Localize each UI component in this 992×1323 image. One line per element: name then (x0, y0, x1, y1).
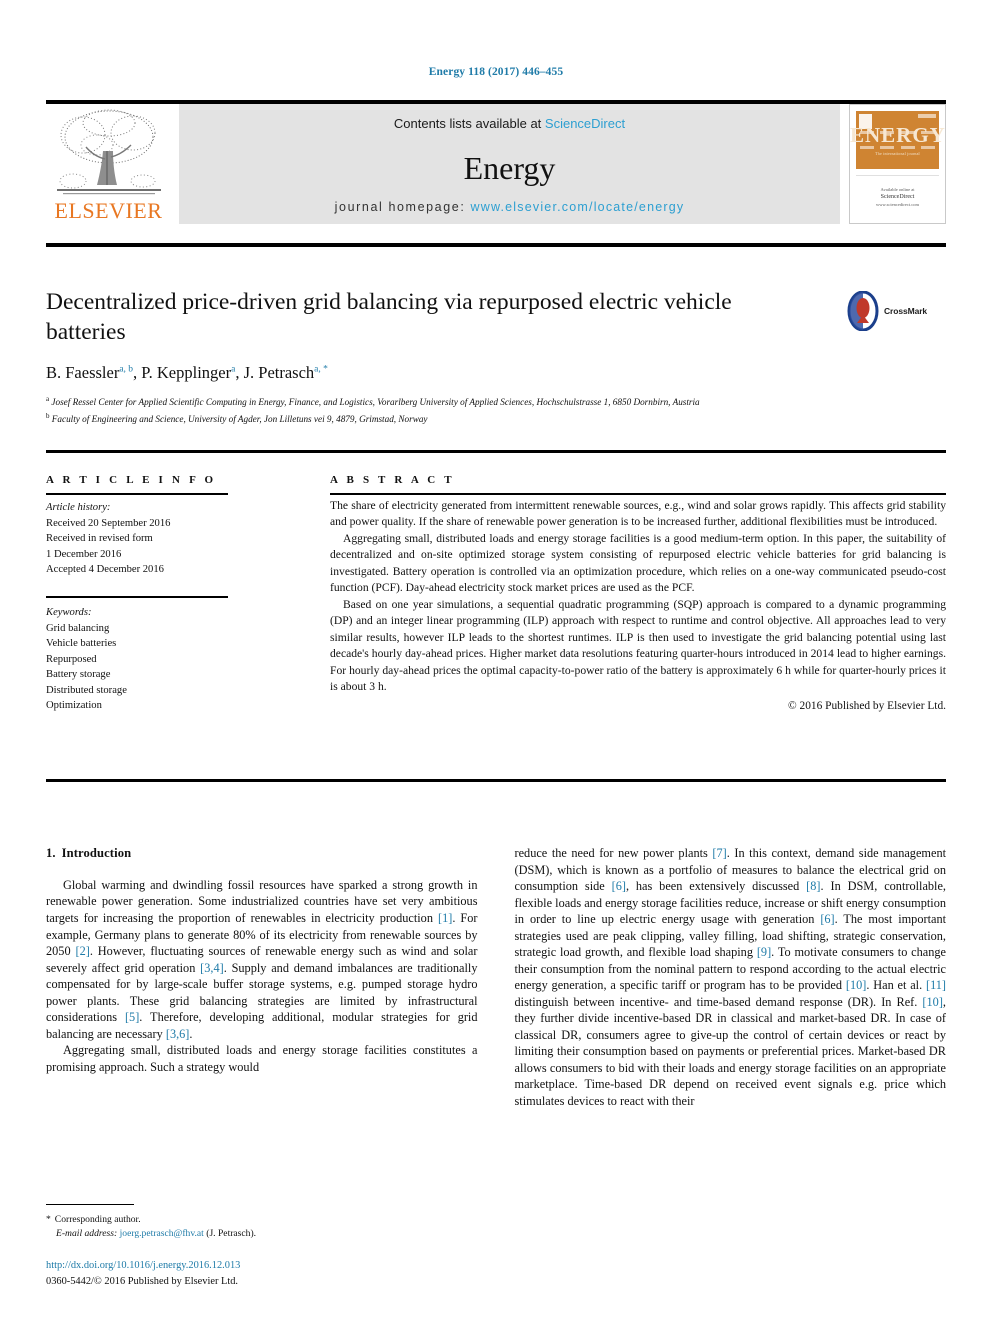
doi-link[interactable]: http://dx.doi.org/10.1016/j.energy.2016.… (46, 1258, 546, 1274)
author-2-name: J. Petrasch (243, 363, 315, 383)
body-columns: 1. Introduction Global warming and dwindl… (46, 845, 946, 1110)
keywords-block: Keywords: Grid balancing Vehicle batteri… (46, 605, 228, 714)
section-heading-introduction: 1. Introduction (46, 845, 478, 862)
elsevier-wordmark: ELSEVIER (54, 198, 163, 223)
cover-divider (856, 175, 939, 176)
sciencedirect-link[interactable]: ScienceDirect (545, 116, 625, 131)
keyword-4: Distributed storage (46, 684, 127, 696)
affiliation-a-text: Josef Ressel Center for Applied Scientif… (51, 397, 700, 408)
author-0-name: B. Faessler (46, 363, 120, 383)
article-history-block: Article history: Received 20 September 2… (46, 500, 228, 578)
article-history-line-0: Received 20 September 2016 (46, 517, 171, 529)
abstract-bottom-rule (46, 779, 946, 782)
affiliation-a: a Josef Ressel Center for Applied Scient… (46, 394, 946, 409)
paper-page: Energy 118 (2017) 446–455 ELSEVIER Conte… (0, 0, 992, 1323)
email-note: E-mail address: joerg.petrasch@fhv.at (J… (46, 1227, 478, 1241)
author-1-name: P. Kepplinger (141, 363, 232, 383)
keywords-rule (46, 596, 228, 598)
abstract-paragraph-1: Aggregating small, distributed loads and… (330, 531, 946, 595)
author-0-marks: a, b (119, 364, 134, 375)
intro-paragraph-2: Aggregating small, distributed loads and… (46, 1043, 478, 1074)
keyword-3: Battery storage (46, 669, 111, 681)
abstract-heading: A B S T R A C T (330, 474, 455, 486)
article-info-rule (46, 493, 228, 495)
cover-energy-wordmark: ENERGY (850, 123, 946, 147)
cover-caption-row-bottom (860, 146, 935, 149)
intro-paragraph-1: Global warming and dwindling fossil reso… (46, 877, 478, 1041)
affiliation-b-mark: b (46, 411, 50, 420)
cover-corner-mark (918, 114, 936, 118)
title-block: Decentralized price-driven grid balancin… (46, 288, 946, 426)
corresponding-author-note: * Corresponding author. (46, 1213, 478, 1227)
info-section-top-rule (46, 450, 946, 453)
abstract-copyright: © 2016 Published by Elsevier Ltd. (788, 700, 946, 713)
abstract-body: The share of electricity generated from … (330, 498, 946, 715)
section-number: 1. (46, 846, 56, 860)
keyword-2: Repurposed (46, 653, 97, 665)
masthead-bottom-rule (46, 243, 946, 247)
article-history-line-1: Received in revised form (46, 533, 153, 545)
journal-homepage-line: journal homepage: www.elsevier.com/locat… (335, 200, 685, 214)
homepage-url-link[interactable]: www.elsevier.com/locate/energy (470, 200, 684, 214)
keyword-5: Optimization (46, 700, 102, 712)
email-link[interactable]: joerg.petrasch@fhv.at (120, 1228, 204, 1239)
asterisk-icon: * (46, 1214, 51, 1225)
email-suffix: (J. Petrasch). (206, 1228, 257, 1240)
crossmark-label: CrossMark (884, 306, 928, 316)
email-label: E-mail address: (56, 1228, 118, 1240)
elsevier-tree-icon (56, 109, 161, 195)
cover-footer-url: www.sciencedirect.com (876, 202, 919, 208)
keyword-1: Vehicle batteries (46, 638, 117, 650)
crossmark-badge[interactable]: CrossMark (846, 290, 946, 332)
article-history-line-3: Accepted 4 December 2016 (46, 564, 164, 576)
doi-block: http://dx.doi.org/10.1016/j.energy.2016.… (46, 1258, 546, 1290)
contents-prefix: Contents lists available at (393, 116, 545, 131)
author-1: P. Kepplingera, (141, 363, 243, 382)
affiliation-b: b Faculty of Engineering and Science, Un… (46, 411, 946, 426)
cover-footer-small: Available online at (880, 186, 915, 192)
abstract-paragraph-0: The share of electricity generated from … (330, 499, 946, 529)
keyword-0: Grid balancing (46, 622, 110, 634)
contents-lists-line: Contents lists available at ScienceDirec… (394, 116, 625, 131)
body-column-left: 1. Introduction Global warming and dwindl… (46, 845, 478, 1110)
body-column-right: reduce the need for new power plants [7]… (515, 845, 947, 1110)
elsevier-logo: ELSEVIER (46, 104, 171, 224)
article-history-label: Article history: (46, 502, 111, 513)
journal-cover-thumbnail: ENERGY The international journal Availab… (849, 104, 946, 224)
journal-title: Energy (463, 149, 556, 186)
section-title: Introduction (61, 846, 132, 860)
abstract-paragraph-2: Based on one year simulations, a sequent… (330, 597, 946, 693)
affiliation-b-text: Faculty of Engineering and Science, Univ… (51, 413, 428, 424)
author-2: J. Petrascha, * (244, 363, 328, 382)
author-2-marks: a, * (314, 364, 328, 375)
footnote-rule (46, 1204, 134, 1205)
cover-footer-big: ScienceDirect (880, 194, 915, 201)
cover-footer: Available online at ScienceDirect www.sc… (850, 187, 945, 210)
homepage-label: journal homepage: (334, 200, 471, 214)
corresponding-author-text: Corresponding author. (54, 1214, 141, 1225)
crossmark-icon (847, 291, 879, 331)
author-0: B. Faesslera, b, (46, 363, 141, 382)
running-head: Energy 118 (2017) 446–455 (428, 66, 564, 78)
article-history-line-2: 1 December 2016 (46, 548, 122, 560)
issn-copyright-line: 0360-5442/© 2016 Published by Elsevier L… (46, 1276, 239, 1288)
intro-paragraph-right: reduce the need for new power plants [7]… (514, 846, 947, 1108)
affiliation-a-mark: a (46, 395, 50, 404)
author-1-sep: , (235, 363, 244, 383)
journal-masthead: ELSEVIER Contents lists available at Sci… (46, 100, 946, 224)
article-info-heading: A R T I C L E I N F O (46, 474, 217, 486)
masthead-center-panel: Contents lists available at ScienceDirec… (179, 104, 840, 224)
author-list: B. Faesslera, b, P. Kepplingera, J. Petr… (46, 363, 946, 383)
abstract-rule (330, 493, 946, 495)
cover-tagline: The international journal (875, 151, 920, 156)
footnote-block: * Corresponding author. E-mail address: j… (46, 1213, 478, 1242)
page-title: Decentralized price-driven grid balancin… (46, 289, 732, 345)
keywords-label: Keywords: (46, 607, 92, 618)
